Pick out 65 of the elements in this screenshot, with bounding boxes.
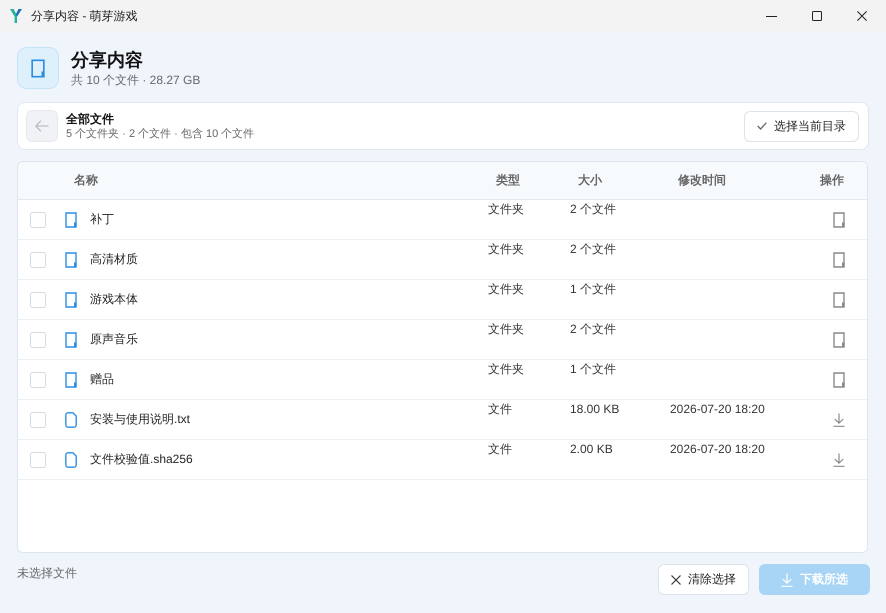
page-icon[interactable] [833,252,845,268]
folder-summary: 5 个文件夹 · 2 个文件 · 包含 10 个文件 [66,126,254,142]
row-checkbox[interactable] [30,212,46,228]
type-cell-text: 文件 [488,441,512,458]
clear-button[interactable]: 清除选择 [658,564,749,595]
download-icon[interactable] [833,412,845,426]
type-cell-text: 文件夹 [488,321,524,338]
file-icon [65,452,77,468]
page-icon [65,292,77,308]
type-cell-text: 文件夹 [488,201,524,218]
column-header: 操作 [820,172,844,189]
page-icon[interactable] [833,212,845,228]
row-checkbox[interactable] [30,372,46,388]
row-checkbox[interactable] [30,332,46,348]
size-cell-text: 2 个文件 [570,201,616,218]
type-cell-text: 文件夹 [488,281,524,298]
logo-icon [10,9,22,23]
page-title: 分享内容 [71,48,144,72]
column-header: 名称 [74,172,98,189]
size-cell-text: 1 个文件 [570,281,616,298]
column-header: 大小 [578,172,602,189]
page-icon[interactable] [833,292,845,308]
file-icon [65,412,77,428]
select-folder-button[interactable]: 选择当前目录 [744,110,859,142]
row-checkbox[interactable] [30,452,46,468]
file-name[interactable]: 补丁 [90,211,114,228]
modified-cell-text: 2026-07-20 18:20 [670,441,765,458]
folder-title: 全部文件 [66,110,115,126]
size-cell-text: 2.00 KB [570,441,613,458]
file-name[interactable]: 原声音乐 [90,331,138,348]
page-icon [65,332,77,348]
size-cell-text: 1 个文件 [570,361,616,378]
file-name[interactable]: 游戏本体 [90,291,138,308]
window-title: 分享内容 - 萌芽游戏 [31,8,138,24]
file-name[interactable]: 赠品 [90,371,114,388]
selection-status: 未选择文件 [17,565,77,581]
row-checkbox[interactable] [30,412,46,428]
check-icon [757,122,767,130]
type-cell-text: 文件夹 [488,241,524,258]
page-icon [65,212,77,228]
share-summary: 共 10 个文件 · 28.27 GB [71,72,200,88]
size-cell-text: 2 个文件 [570,241,616,258]
download-icon [781,572,793,586]
row-checkbox[interactable] [30,252,46,268]
file-name[interactable]: 高清材质 [90,251,138,268]
download-icon[interactable] [833,452,845,466]
close-icon [856,11,866,21]
page-icon[interactable] [833,332,845,348]
file-name[interactable]: 文件校验值.sha256 [90,451,193,468]
file-name[interactable]: 安装与使用说明.txt [90,411,190,428]
type-cell-text: 文件 [488,401,512,418]
close-icon [671,574,681,584]
column-header: 修改时间 [678,172,726,189]
page-icon [65,252,77,268]
column-header: 类型 [496,172,520,189]
back-arrow-icon [35,120,49,132]
page-icon[interactable] [833,372,845,388]
modified-cell-text: 2026-07-20 18:20 [670,401,765,418]
page-icon [65,372,77,388]
size-cell-text: 2 个文件 [570,321,616,338]
type-cell-text: 文件夹 [488,361,524,378]
maximize-icon [812,11,822,21]
row-checkbox[interactable] [30,292,46,308]
size-cell-text: 18.00 KB [570,401,620,418]
page-icon [17,47,59,89]
